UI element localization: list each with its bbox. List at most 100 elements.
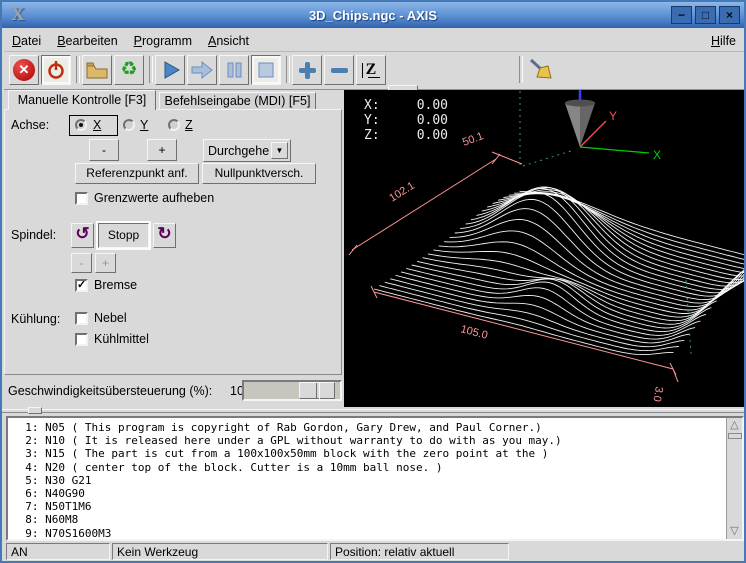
tool-cell: Kein Werkzeug (112, 543, 328, 560)
position-readout: X:0.00 Y:0.00 Z:0.00 (364, 98, 448, 143)
backplot-preview[interactable]: 105.0 102.1 50.1 3.0 Y X X:0.00 Y:0.00 Z… (344, 90, 746, 407)
run-program-icon[interactable] (155, 55, 185, 85)
gcode-line[interactable]: 6: N40G90 (12, 487, 724, 500)
pane-divider[interactable] (2, 407, 744, 414)
override-limits-label[interactable]: Grenzwerte aufheben (94, 191, 214, 205)
jog-plus-button[interactable]: + (147, 139, 177, 161)
emergency-stop-icon[interactable]: ✕ (9, 55, 39, 85)
axis-label: Achse: (11, 118, 49, 132)
tab-manual-control[interactable]: Manuelle Kontrolle [F3] (8, 90, 156, 110)
spindle-ccw-button[interactable]: ↺ (71, 223, 94, 248)
scroll-down-icon[interactable]: ▽ (727, 524, 742, 539)
tab-mdi[interactable]: Befehlseingabe (MDI) [F5] (159, 92, 316, 110)
spindle-cw-button[interactable]: ↻ (153, 223, 176, 248)
reload-icon[interactable]: ♻ (114, 55, 144, 85)
close-button[interactable]: × (719, 6, 740, 24)
dim-right-text: 3.0 (650, 385, 664, 402)
feed-override-row: Geschwindigkeitsübersteuerung (%): 100 (8, 380, 342, 404)
clear-plot-icon[interactable] (525, 55, 555, 85)
menu-ansicht[interactable]: Ansicht (200, 32, 257, 50)
gcode-line[interactable]: 4: N20 ( center top of the block. Cutter… (12, 461, 724, 474)
spindle-stop-button[interactable]: Stopp (98, 223, 149, 248)
step-arrow-glyph (189, 58, 215, 82)
menu-bearbeiten[interactable]: Bearbeiten (49, 32, 125, 50)
dim-y-text: 102.1 (387, 180, 417, 205)
zoom-out-icon[interactable] (324, 55, 354, 85)
position-mode-cell: Position: relativ aktuell (330, 543, 509, 560)
menu-bar: DateiBearbeitenProgrammAnsicht Hilfe (4, 30, 746, 52)
axis-window: X 3D_Chips.ngc - AXIS − □ × DateiBearbei… (0, 0, 746, 563)
spindle-ccw-icon: ↺ (75, 224, 89, 243)
minus-glyph (327, 58, 351, 82)
toolbar-separator (149, 56, 153, 83)
brake-checkbox[interactable]: ✓ (75, 279, 88, 292)
spindle-label: Spindel: (11, 228, 56, 242)
gcode-line[interactable]: 1: N05 ( This program is copyright of Ra… (12, 421, 724, 434)
radio-axis-x-label[interactable]: X (93, 118, 101, 132)
gcode-line[interactable]: 2: N10 ( It is released here under a GPL… (12, 434, 724, 447)
override-limits-checkbox[interactable] (75, 192, 88, 205)
minimize-button[interactable]: − (671, 6, 692, 24)
gcode-line[interactable]: 7: N50T1M6 (12, 500, 724, 513)
divider-grip[interactable] (28, 407, 42, 414)
flood-checkbox[interactable] (75, 333, 88, 346)
slider-handle[interactable] (299, 382, 335, 399)
dimension-annotations: 105.0 102.1 50.1 3.0 (349, 130, 678, 402)
machine-power-icon[interactable] (41, 55, 71, 85)
menu-datei[interactable]: Datei (4, 32, 49, 50)
gcode-line[interactable]: 3: N15 ( The part is cut from a 100x100x… (12, 447, 724, 460)
jog-speed-dropdown[interactable]: Durchgehend ▼ (203, 139, 291, 162)
menu-programm[interactable]: Programm (126, 32, 200, 50)
radio-axis-z-label[interactable]: Z (185, 118, 193, 132)
jog-minus-button[interactable]: - (89, 139, 119, 161)
radio-axis-z[interactable] (168, 119, 180, 131)
flood-label[interactable]: Kühlmittel (94, 332, 149, 346)
home-axis-button[interactable]: Referenzpunkt anf. (75, 163, 199, 184)
gcode-scrollbar[interactable]: △ ▽ (726, 418, 742, 539)
mist-checkbox[interactable] (75, 312, 88, 325)
scrollbar-thumb[interactable] (728, 433, 742, 439)
gcode-line[interactable]: 9: N70S1600M3 (12, 527, 724, 537)
stop-icon[interactable] (251, 55, 281, 85)
view-z-icon[interactable]: Z (356, 55, 386, 85)
toolbar-separator (519, 56, 523, 83)
gcode-listing[interactable]: 1: N05 ( This program is copyright of Ra… (6, 416, 744, 541)
touch-off-button[interactable]: Nullpunktversch. (202, 163, 316, 184)
radio-axis-y-label[interactable]: Y (140, 118, 148, 132)
radio-axis-y[interactable] (123, 119, 135, 131)
pause-icon[interactable] (219, 55, 249, 85)
spindle-slower-button[interactable]: - (71, 253, 92, 273)
machine-state-cell: AN (6, 543, 110, 560)
brake-label[interactable]: Bremse (94, 278, 137, 292)
radio-axis-x[interactable] (75, 119, 87, 131)
pos-x-value: 0.00 (390, 98, 448, 113)
spindle-faster-button[interactable]: + (95, 253, 116, 273)
divider-line (2, 409, 744, 413)
pause-glyph (222, 58, 246, 82)
chevron-down-icon[interactable]: ▼ (271, 142, 288, 159)
feed-override-slider[interactable] (242, 380, 342, 401)
recycle-glyph: ♻ (120, 60, 137, 80)
jog-speed-value: Durchgehend (208, 144, 270, 158)
pos-y-label: Y: (364, 113, 390, 128)
axis-y-letter: Y (609, 109, 617, 123)
open-file-icon[interactable] (82, 55, 112, 85)
menu-hilfe[interactable]: Hilfe (705, 32, 742, 50)
toolbar: ✕ ♻ Z N X Y P (4, 52, 746, 90)
maximize-button[interactable]: □ (695, 6, 716, 24)
folder-glyph (85, 59, 109, 81)
gcode-line[interactable]: 5: N30 G21 (12, 474, 724, 487)
gcode-line[interactable]: 8: N60M8 (12, 513, 724, 526)
step-icon[interactable] (187, 55, 217, 85)
zoom-in-icon[interactable] (292, 55, 322, 85)
axis-x-letter: X (653, 148, 661, 162)
pos-z-label: Z: (364, 128, 390, 143)
manual-control-panel: Achse: X Y Z - + Durchgehend ▼ Referenzp… (4, 109, 342, 375)
spindle-cw-icon: ↻ (157, 224, 171, 243)
title-bar[interactable]: X 3D_Chips.ngc - AXIS − □ × (2, 2, 744, 28)
scroll-up-icon[interactable]: △ (727, 418, 742, 433)
estop-x-glyph: ✕ (13, 59, 35, 81)
pos-x-label: X: (364, 98, 390, 113)
mist-label[interactable]: Nebel (94, 311, 127, 325)
dim-z-text: 50.1 (461, 130, 485, 149)
